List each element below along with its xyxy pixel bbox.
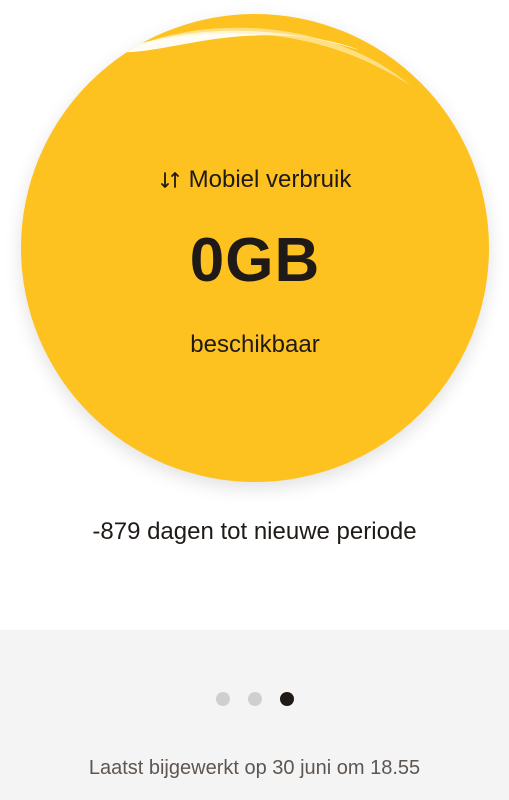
footer-section: Laatst bijgewerkt op 30 juni om 18.55 <box>0 630 509 800</box>
usage-section: Mobiel verbruik 0GB beschikbaar -879 dag… <box>0 0 509 630</box>
page-dot-1[interactable] <box>215 692 230 706</box>
usage-status: beschikbaar <box>190 331 320 358</box>
page-indicator <box>0 692 509 706</box>
usage-amount: 0GB <box>189 226 321 295</box>
usage-label-row: Mobiel verbruik <box>21 168 489 192</box>
page-dot-3[interactable] <box>279 692 294 706</box>
usage-label: Mobiel verbruik <box>188 166 352 193</box>
data-usage-circle[interactable]: Mobiel verbruik 0GB beschikbaar <box>21 14 489 482</box>
period-countdown: -879 dagen tot nieuwe periode <box>92 518 417 545</box>
up-down-arrows-icon <box>159 169 181 191</box>
last-updated-text: Laatst bijgewerkt op 30 juni om 18.55 <box>88 757 421 779</box>
page-dot-2[interactable] <box>247 692 262 706</box>
